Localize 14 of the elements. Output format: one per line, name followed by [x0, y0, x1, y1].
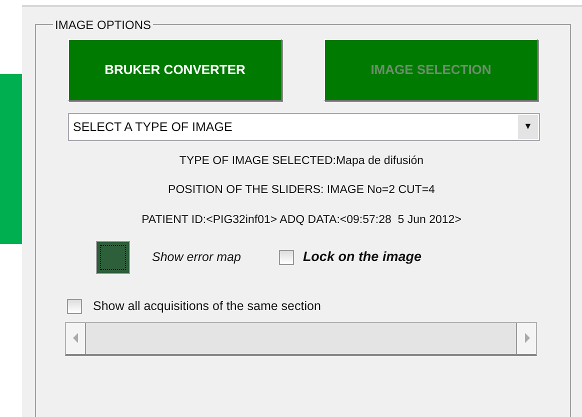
left-arrow-icon[interactable] — [72, 333, 78, 343]
error-map-toggle[interactable] — [96, 240, 130, 274]
action-button[interactable]: BRUKER CONVERTER — [68, 39, 282, 101]
right-arrow-icon[interactable] — [524, 333, 530, 343]
acquisitions-label: Show all acquisitions of the same section — [93, 298, 321, 315]
error-map-label: Show error map — [152, 248, 241, 266]
info-text: POSITION OF THE SLIDERS: IMAGE No=2 CUT=4 — [167, 183, 436, 198]
acquisitions-checkbox[interactable] — [67, 298, 82, 314]
info-text: PATIENT ID:<PIG32inf01> ADQ DATA:<09:57:28 5 Jun 2012> — [140, 212, 462, 228]
image-type-dropdown[interactable]: SELECT A TYPE OF IMAGE ▼ — [68, 113, 540, 141]
scrollbar[interactable] — [65, 322, 537, 356]
info-text: TYPE OF IMAGE SELECTED:Mapa de difusión — [178, 154, 425, 169]
lock-checkbox[interactable] — [278, 250, 294, 265]
lock-label: Lock on the image — [302, 248, 422, 266]
